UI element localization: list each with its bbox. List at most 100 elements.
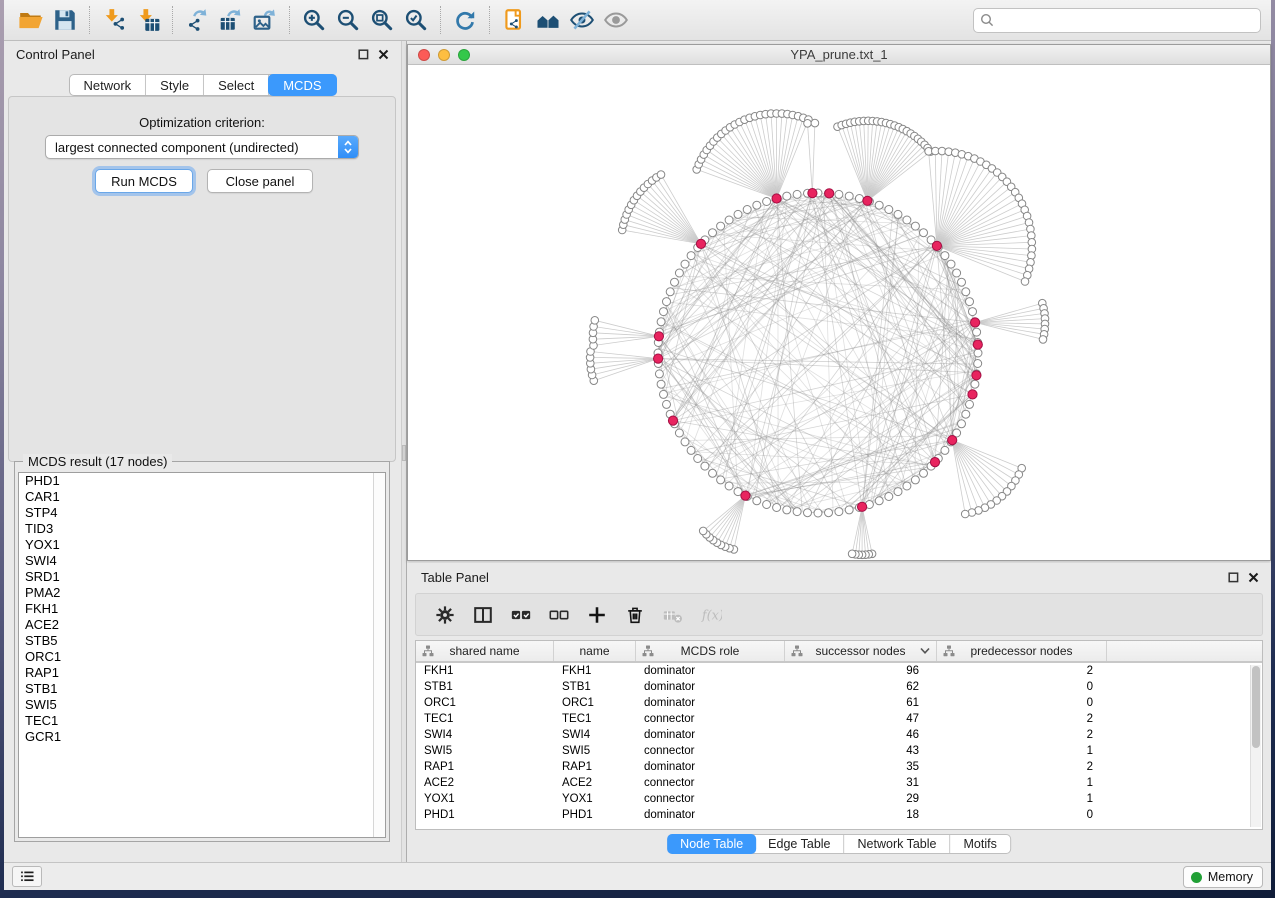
mcds-result-item[interactable]: SRD1 <box>19 569 385 585</box>
graph-node[interactable] <box>1039 336 1047 344</box>
graph-node[interactable] <box>753 497 761 505</box>
mcds-result-item[interactable]: SWI4 <box>19 553 385 569</box>
graph-hub-node[interactable] <box>654 332 663 341</box>
graph-node[interactable] <box>1021 278 1029 286</box>
mcds-result-item[interactable]: SWI5 <box>19 697 385 713</box>
tab-node-table[interactable]: Node Table <box>667 834 756 854</box>
graph-node[interactable] <box>911 476 919 484</box>
graph-node[interactable] <box>783 506 791 514</box>
share-document-icon[interactable] <box>497 4 531 36</box>
export-network-icon[interactable] <box>180 4 214 36</box>
deselect-all-icon[interactable] <box>548 604 570 626</box>
graph-node[interactable] <box>911 222 919 230</box>
graph-node[interactable] <box>591 317 599 325</box>
float-table-panel-icon[interactable] <box>1228 572 1239 583</box>
graph-node[interactable] <box>660 308 668 316</box>
maximize-window-icon[interactable] <box>458 49 470 61</box>
graph-node[interactable] <box>920 469 928 477</box>
graph-hub-node[interactable] <box>968 390 977 399</box>
mcds-result-item[interactable]: STB5 <box>19 633 385 649</box>
settings-gear-icon[interactable] <box>434 604 456 626</box>
memory-button[interactable]: Memory <box>1183 866 1263 888</box>
graph-node[interactable] <box>894 488 902 496</box>
mcds-result-item[interactable]: RAP1 <box>19 665 385 681</box>
select-all-icon[interactable] <box>510 604 532 626</box>
search-box[interactable] <box>973 8 1261 33</box>
export-table-icon[interactable] <box>214 4 248 36</box>
graph-hub-node[interactable] <box>948 436 957 445</box>
zoom-out-icon[interactable] <box>331 4 365 36</box>
graph-node[interactable] <box>773 504 781 512</box>
refresh-icon[interactable] <box>448 4 482 36</box>
graph-node[interactable] <box>675 429 683 437</box>
float-panel-icon[interactable] <box>358 49 369 60</box>
graph-node[interactable] <box>709 229 717 237</box>
graph-hub-node[interactable] <box>971 318 980 327</box>
export-image-icon[interactable] <box>248 4 282 36</box>
graph-node[interactable] <box>793 508 801 516</box>
graph-node[interactable] <box>848 550 856 558</box>
graph-node[interactable] <box>717 222 725 230</box>
graph-node[interactable] <box>734 210 742 218</box>
mcds-result-item[interactable]: YOX1 <box>19 537 385 553</box>
save-session-icon[interactable] <box>48 4 82 36</box>
zoom-in-icon[interactable] <box>297 4 331 36</box>
graph-hub-node[interactable] <box>973 340 982 349</box>
graph-hub-node[interactable] <box>825 189 834 198</box>
graph-hub-node[interactable] <box>696 239 705 248</box>
table-row[interactable]: STB1STB1dominator620 <box>416 679 1262 695</box>
mcds-result-item[interactable]: GCR1 <box>19 729 385 745</box>
mcds-result-item[interactable]: TID3 <box>19 521 385 537</box>
graph-node[interactable] <box>663 400 671 408</box>
minimize-window-icon[interactable] <box>438 49 450 61</box>
network-canvas[interactable] <box>408 65 1270 560</box>
graph-node[interactable] <box>962 410 970 418</box>
graph-node[interactable] <box>894 210 902 218</box>
tab-motifs[interactable]: Motifs <box>950 835 1009 853</box>
table-row[interactable]: FKH1FKH1dominator962 <box>416 663 1262 679</box>
graph-node[interactable] <box>903 216 911 224</box>
graph-node[interactable] <box>763 198 771 206</box>
graph-node[interactable] <box>969 308 977 316</box>
import-network-icon[interactable] <box>97 4 131 36</box>
show-graphics-details-icon[interactable] <box>599 4 633 36</box>
graph-node[interactable] <box>885 206 893 214</box>
add-column-icon[interactable] <box>586 604 608 626</box>
graph-node[interactable] <box>743 206 751 214</box>
graph-hub-node[interactable] <box>930 458 939 467</box>
graph-hub-node[interactable] <box>972 371 981 380</box>
graph-hub-node[interactable] <box>741 491 750 500</box>
graph-node[interactable] <box>681 260 689 268</box>
graph-node[interactable] <box>835 508 843 516</box>
mcds-result-item[interactable]: STB1 <box>19 681 385 697</box>
table-row[interactable]: YOX1YOX1connector291 <box>416 791 1262 807</box>
open-folder-icon[interactable] <box>14 4 48 36</box>
graph-hub-node[interactable] <box>932 241 941 250</box>
table-scrollbar[interactable] <box>1250 665 1261 827</box>
splitter-handle[interactable] <box>402 445 406 461</box>
import-table-icon[interactable] <box>131 4 165 36</box>
criterion-select[interactable]: largest connected component (undirected) <box>45 135 359 159</box>
zoom-selected-icon[interactable] <box>399 4 433 36</box>
graph-hub-node[interactable] <box>772 194 781 203</box>
table-row[interactable]: ORC1ORC1dominator610 <box>416 695 1262 711</box>
graph-node[interactable] <box>973 328 981 336</box>
hide-graphics-details-icon[interactable] <box>565 4 599 36</box>
close-table-panel-icon[interactable] <box>1248 572 1259 583</box>
graph-hub-node[interactable] <box>863 196 872 205</box>
graph-node[interactable] <box>966 400 974 408</box>
graph-node[interactable] <box>709 469 717 477</box>
graph-node[interactable] <box>657 171 665 179</box>
graph-node[interactable] <box>941 252 949 260</box>
graph-node[interactable] <box>657 318 665 326</box>
graph-node[interactable] <box>845 506 853 514</box>
graph-node[interactable] <box>966 298 974 306</box>
scrollbar-thumb[interactable] <box>1252 666 1260 748</box>
graph-hub-node[interactable] <box>654 354 663 363</box>
graph-node[interactable] <box>660 390 668 398</box>
graph-node[interactable] <box>793 190 801 198</box>
mcds-result-item[interactable]: TEC1 <box>19 713 385 729</box>
graph-node[interactable] <box>920 229 928 237</box>
graph-node[interactable] <box>681 438 689 446</box>
close-panel-button[interactable]: Close panel <box>207 169 313 193</box>
